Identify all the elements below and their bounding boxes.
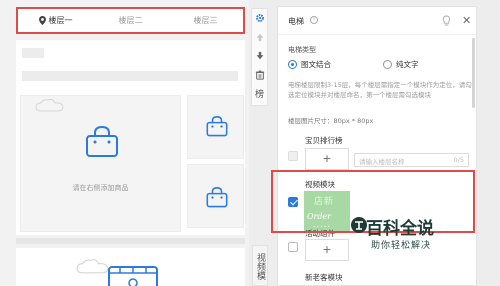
floor-tab-label: 楼层二 — [118, 16, 143, 25]
cloud-icon — [76, 259, 109, 274]
radio-label: 纯文字 — [396, 60, 419, 69]
activity-add-image-button[interactable]: + — [305, 239, 349, 261]
video-module-side-label: 视频模 — [252, 245, 268, 286]
radio-selected-icon — [288, 60, 297, 69]
shopping-bag-icon — [206, 187, 228, 208]
arrow-down-icon[interactable] — [255, 51, 265, 61]
shopping-bag-icon — [206, 116, 228, 137]
floor-name-input[interactable]: 请输入楼层名称 0/5 — [354, 153, 469, 167]
watermark-subtitle: 助你轻松解决 — [371, 241, 432, 251]
video-module-preview[interactable] — [16, 248, 245, 286]
trash-icon[interactable] — [255, 70, 265, 80]
elevator-description: 电梯楼层限制3-15层，每个楼层需指定一个模块作为定位，请勾选定位模块并对楼层命… — [288, 81, 472, 99]
radio-label: 图文结合 — [301, 60, 331, 69]
floor-tab-label: 楼层一 — [48, 16, 73, 25]
input-placeholder: 请输入楼层名称 — [359, 158, 405, 166]
small-product-placeholder[interactable] — [187, 164, 244, 228]
skeleton-bar — [22, 71, 238, 81]
activity-checkbox[interactable] — [288, 242, 298, 252]
cloud-icon — [35, 98, 64, 112]
add-product-hint: 请在右侧添加商品 — [72, 184, 129, 192]
close-icon[interactable]: ✕ — [462, 14, 471, 27]
main-product-placeholder[interactable]: 请在右侧添加商品 — [20, 95, 181, 232]
small-product-placeholder[interactable] — [187, 95, 244, 159]
gear-icon[interactable] — [255, 13, 265, 23]
floor-tabs: 楼层一 楼层二 楼层三 — [16, 7, 245, 34]
image-size-note: 楼层图片尺寸：80px * 80px — [288, 117, 374, 125]
panel-scrollbar[interactable] — [472, 38, 475, 108]
floor-tab-1[interactable]: 楼层一 — [18, 15, 93, 26]
row-title-new-old-customer: 新老客模块 — [305, 273, 343, 282]
info-icon[interactable]: i — [310, 16, 318, 24]
skeleton-title — [22, 48, 44, 58]
panel-title: 电梯 — [288, 17, 304, 26]
floor-tab-3[interactable]: 楼层三 — [168, 15, 243, 26]
radio-unselected-icon — [383, 60, 392, 69]
radio-image-text[interactable]: 图文结合 — [288, 59, 331, 70]
floor-tab-2[interactable]: 楼层二 — [93, 15, 168, 26]
rank-add-image-button[interactable]: + — [305, 148, 349, 170]
panel-header: 电梯 i ✕ — [278, 7, 476, 35]
rank-checkbox[interactable] — [288, 151, 298, 161]
location-pin-icon — [38, 16, 46, 25]
lightbulb-icon[interactable] — [442, 15, 451, 26]
arrow-up-icon[interactable] — [255, 32, 265, 42]
mobile-preview: 楼层一 楼层二 楼层三 请在右侧添加商品 — [0, 0, 249, 286]
product-module[interactable]: 请在右侧添加商品 — [16, 40, 245, 235]
char-count: 0/5 — [453, 156, 464, 164]
video-player-icon — [108, 266, 158, 286]
module-toolbar: 榜 — [251, 8, 268, 106]
radio-text-only[interactable]: 纯文字 — [383, 59, 419, 70]
module-name-label: 榜 — [255, 90, 265, 100]
shopping-bag-icon — [86, 126, 118, 157]
elevator-type-label: 电梯类型 — [288, 46, 316, 54]
floor-tab-label: 楼层三 — [193, 16, 218, 25]
watermark-title: 百科全说 — [366, 219, 434, 239]
module-divider — [16, 238, 245, 244]
row-title-rank: 宝贝排行榜 — [305, 136, 343, 145]
